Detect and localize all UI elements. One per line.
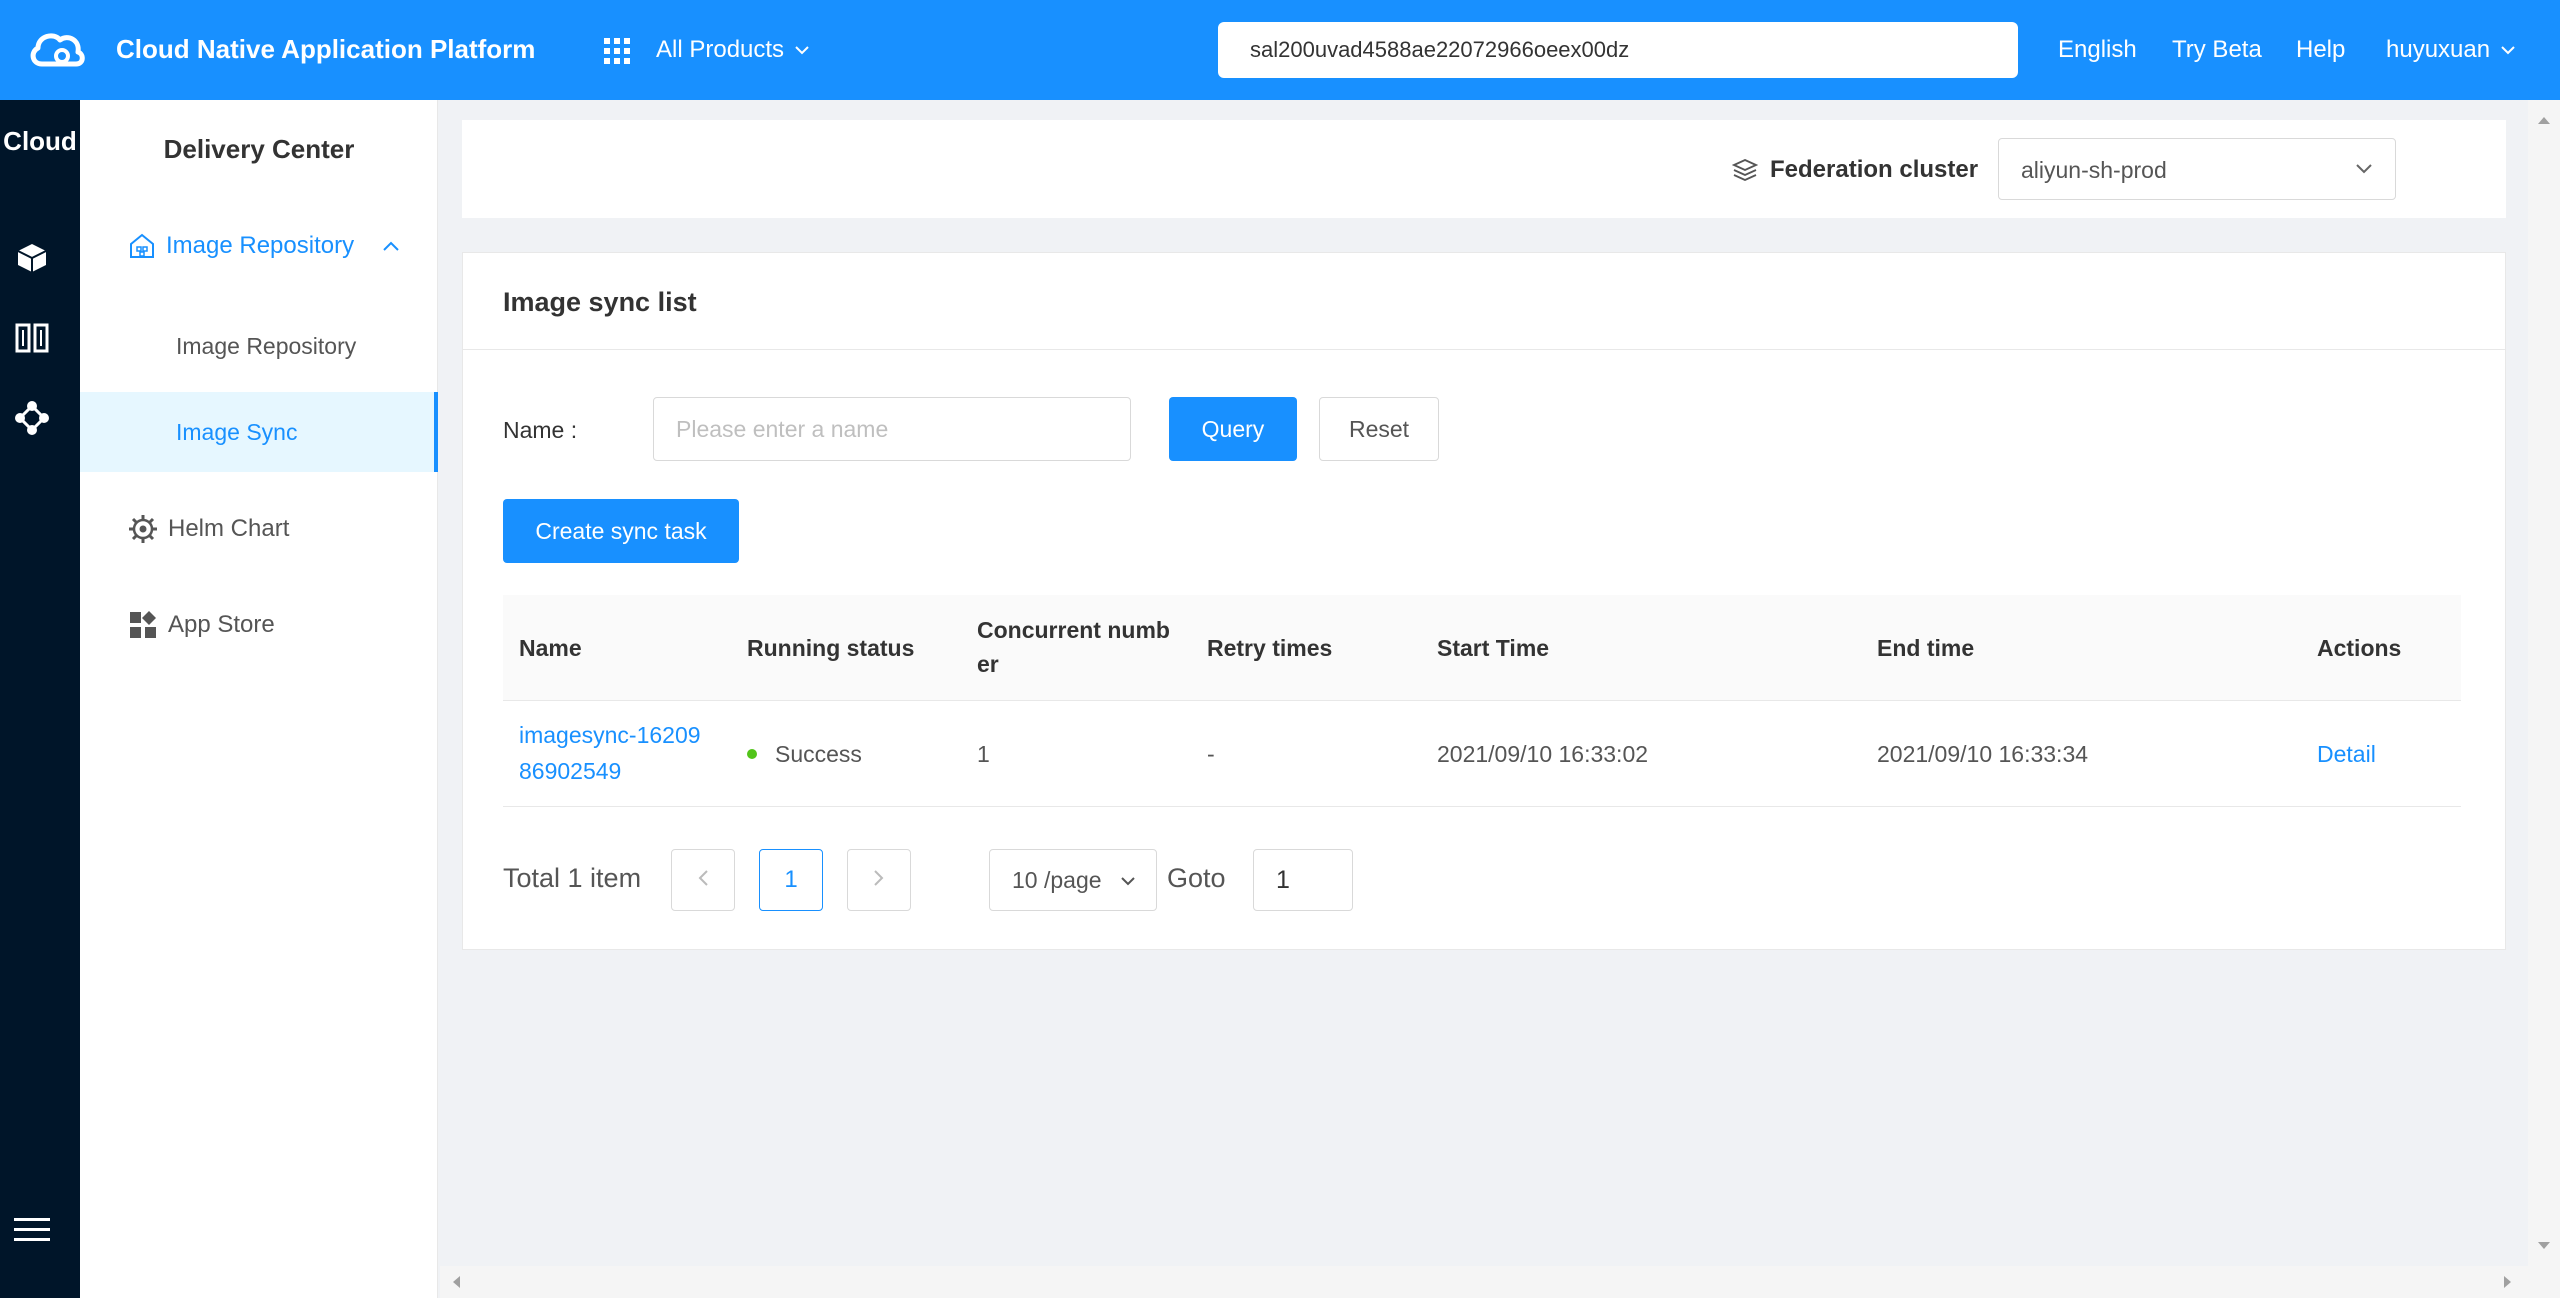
col-end-time[interactable]: End time [1877, 631, 1974, 665]
row-concurrent: 1 [977, 741, 990, 767]
col-start-time[interactable]: Start Time [1437, 631, 1549, 665]
chevron-down-icon [795, 46, 809, 55]
card-divider [463, 349, 2505, 350]
sidebar-header: Delivery Center [163, 134, 355, 164]
sidebar-group-image-repository[interactable]: Image Repository [128, 232, 400, 260]
next-page-button[interactable] [847, 849, 911, 911]
col-actions: Actions [2317, 635, 2402, 661]
left-rail: Cloud [0, 100, 80, 1298]
image-sync-card: Image sync list Name : Query Reset Creat… [462, 252, 2506, 950]
goto-input[interactable] [1253, 849, 1353, 911]
all-products-menu[interactable]: All Products [656, 36, 810, 64]
pagination-total: Total 1 item [503, 863, 642, 893]
sidebar-item-image-sync[interactable]: Image Sync [80, 392, 438, 472]
sidebar-item-helm-chart[interactable]: Helm Chart [128, 514, 289, 544]
table-header: Name Running status Concurrent numb er R… [503, 595, 2461, 701]
app-title: Cloud Native Application Platform [116, 34, 536, 64]
table-row: imagesync-16209 86902549 Success 1 - 202… [503, 701, 2461, 807]
menu-icon[interactable] [14, 1212, 50, 1248]
col-running-status[interactable]: Running status [747, 631, 914, 665]
chevron-down-icon [2356, 164, 2372, 174]
query-button[interactable]: Query [1169, 397, 1297, 461]
grid-icon[interactable] [604, 38, 630, 64]
language-link[interactable]: English [2058, 36, 2137, 64]
warehouse-icon [130, 233, 154, 258]
row-name-line-1: imagesync-16209 [519, 722, 701, 748]
chevron-down-icon [2501, 46, 2515, 55]
help-link[interactable]: Help [2296, 36, 2345, 64]
all-products-label: All Products [656, 36, 785, 63]
chevron-up-icon [383, 241, 399, 251]
scroll-right-icon[interactable] [2492, 1266, 2524, 1298]
row-detail-link[interactable]: Detail [2317, 736, 2376, 772]
col-retry-times[interactable]: Retry times [1207, 631, 1332, 665]
row-status: Success [747, 736, 862, 772]
vertical-scrollbar[interactable] [2528, 100, 2560, 1298]
row-end-time: 2021/09/10 16:33:34 [1877, 741, 2089, 767]
app-store-icon [130, 611, 156, 638]
pagination: Total 1 item 1 10 /page Goto [503, 847, 1403, 911]
user-name: huyuxuan [2386, 36, 2491, 63]
chevron-right-icon [874, 870, 884, 886]
page-1-button[interactable]: 1 [759, 849, 823, 911]
sidebar-group-label: Image Repository [166, 232, 355, 259]
try-beta-link[interactable]: Try Beta [2172, 36, 2262, 64]
cluster-select[interactable]: aliyun-sh-prod [1998, 138, 2396, 200]
sidebar-item-app-store[interactable]: App Store [128, 610, 275, 640]
cube-icon[interactable] [14, 240, 50, 276]
cluster-label-text: Federation cluster [1770, 156, 1979, 183]
row-start-time: 2021/09/10 16:33:02 [1437, 741, 1649, 767]
cloud-logo-icon[interactable] [28, 26, 86, 74]
row-status-text: Success [775, 741, 862, 767]
sidebar-item-image-repository[interactable]: Image Repository [80, 306, 438, 386]
chevron-down-icon [1121, 877, 1135, 886]
row-retry: - [1207, 741, 1215, 767]
page-size-value: 10 /page [1012, 867, 1102, 893]
name-filter-input[interactable] [653, 397, 1131, 461]
federation-cluster-label: Federation cluster [1732, 156, 1978, 184]
col-concurrent-number[interactable]: Concurrent numb er [977, 613, 1170, 681]
top-bar: Cloud Native Application Platform All Pr… [0, 0, 2560, 100]
cluster-select-value: aliyun-sh-prod [2021, 157, 2167, 183]
page-size-select[interactable]: 10 /page [989, 849, 1157, 911]
create-sync-task-button[interactable]: Create sync task [503, 499, 739, 563]
sidebar: Delivery Center Image Repository Image R… [80, 100, 438, 1298]
search-input[interactable]: sal200uvad4588ae22072966oeex00dz [1218, 22, 2018, 78]
sidebar-item-label: Helm Chart [168, 515, 290, 542]
sidebar-item-label: App Store [168, 611, 275, 638]
prev-page-button[interactable] [671, 849, 735, 911]
row-name-line-2: 86902549 [519, 758, 622, 784]
nodes-icon[interactable] [14, 400, 50, 436]
row-name-link[interactable]: imagesync-16209 86902549 [519, 717, 701, 789]
scroll-left-icon[interactable] [440, 1266, 472, 1298]
columns-icon[interactable] [14, 320, 50, 356]
reset-button[interactable]: Reset [1319, 397, 1439, 461]
goto-label: Goto [1167, 863, 1226, 893]
horizontal-scrollbar[interactable] [440, 1266, 2528, 1298]
chevron-left-icon [698, 870, 708, 886]
col-name[interactable]: Name [519, 631, 582, 665]
cluster-bar: Federation cluster aliyun-sh-prod [462, 120, 2506, 218]
success-dot-icon [747, 748, 757, 759]
layers-icon [1732, 159, 1758, 181]
page-title: Image sync list [503, 287, 697, 317]
user-menu[interactable]: huyuxuan [2386, 36, 2516, 64]
name-filter-label: Name : [503, 417, 578, 443]
col-concurrent-line-2: er [977, 651, 999, 677]
helm-wheel-icon [129, 515, 157, 543]
rail-title: Cloud [3, 126, 77, 156]
scroll-up-icon[interactable] [2528, 104, 2560, 136]
scroll-down-icon[interactable] [2528, 1230, 2560, 1262]
col-concurrent-line-1: Concurrent numb [977, 617, 1170, 643]
